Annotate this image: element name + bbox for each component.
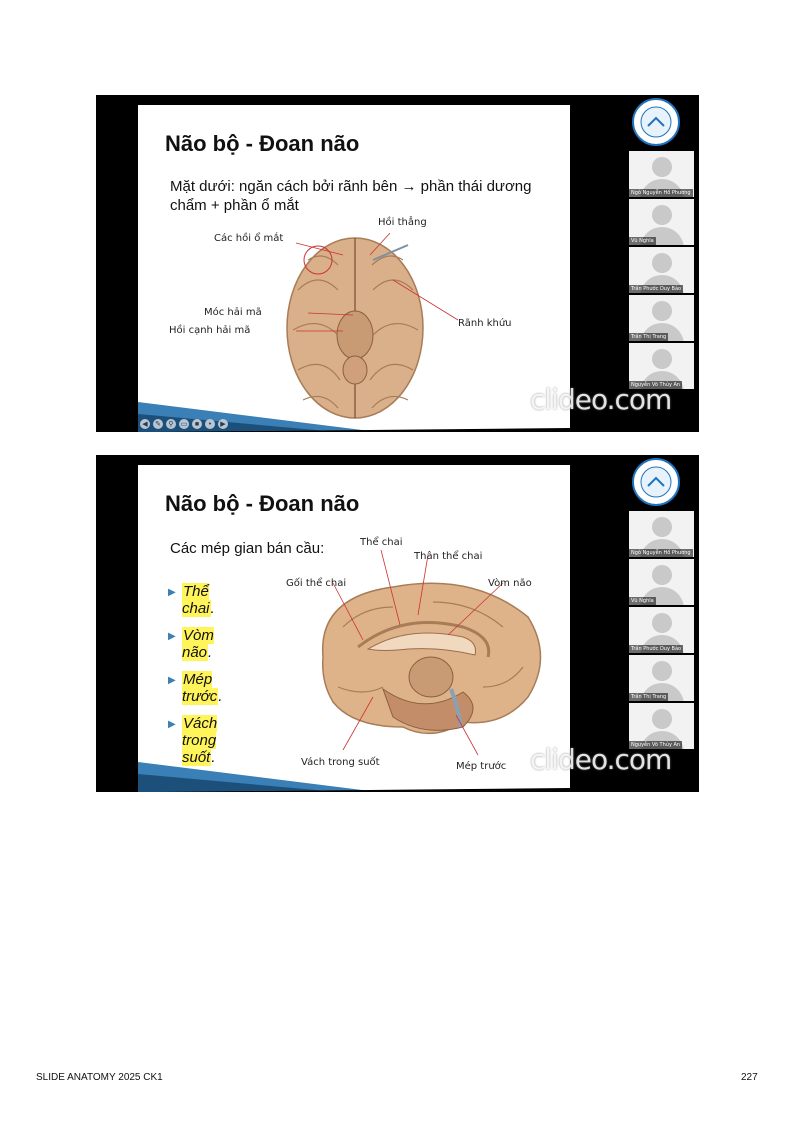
slide-1: Não bộ - Đoan não Mặt dưới: ngăn cách bở… [138, 105, 570, 432]
participant-tile[interactable]: Ngô Nguyễn Hồ Phương [629, 511, 694, 557]
label-vach-trong-suot: Vách trong suốt [301, 757, 380, 768]
avatar-head [652, 517, 672, 537]
participant-tile[interactable]: Vũ Nghĩa [629, 559, 694, 605]
label-cac-hoi-o-mat: Các hồi ổ mắt [214, 233, 284, 244]
slideshow-toolbar: ◀ ✎ ⚲ ▭ ■ • ▶ [140, 419, 228, 431]
participant-name: Trần Thị Trang [629, 693, 669, 701]
label-hoi-thang: Hồi thẳng [378, 217, 427, 228]
participant-tile[interactable]: Trần Thị Trang [629, 295, 694, 341]
participant-name: Trần Thị Trang [629, 333, 669, 341]
pen-icon[interactable]: ✎ [153, 419, 163, 429]
university-logo [632, 98, 680, 146]
footer-title: SLIDE ANATOMY 2025 CK1 [36, 1072, 163, 1083]
label-ranh-khuu: Rãnh khứu [458, 318, 512, 329]
label-moc-hai-ma: Móc hải mã [204, 307, 262, 318]
camera-icon[interactable]: ■ [192, 419, 202, 429]
label-goi-the-chai: Gối thể chai [286, 578, 347, 589]
participant-name: Vũ Nghĩa [629, 597, 656, 605]
label-hoi-canh-hai-ma: Hồi cạnh hải mã [169, 325, 251, 336]
avatar-head [652, 205, 672, 225]
participant-tile[interactable]: Ngô Nguyễn Hồ Phương [629, 151, 694, 197]
next-icon[interactable]: ▶ [218, 419, 228, 429]
avatar-head [652, 709, 672, 729]
participant-name: Trần Phước Duy Bảo [629, 285, 684, 293]
avatar-head [652, 613, 672, 633]
avatar-head [652, 349, 672, 369]
participant-tile[interactable]: Vũ Nghĩa [629, 199, 694, 245]
avatar-head [652, 301, 672, 321]
participant-name: Trần Phước Duy Bảo [629, 645, 684, 653]
watermark: clideo.com [530, 383, 672, 416]
avatar-head [652, 157, 672, 177]
label-vom-nao: Vòm não [488, 578, 532, 589]
slide-2: Não bộ - Đoan não Các mép gian bán cầu: … [138, 465, 570, 792]
participant-name: Ngô Nguyễn Hồ Phương [629, 549, 693, 557]
participant-name: Ngô Nguyễn Hồ Phương [629, 189, 693, 197]
participant-name: Vũ Nghĩa [629, 237, 656, 245]
zoom-icon[interactable]: ⚲ [166, 419, 176, 429]
label-mep-truoc: Mép trước [456, 761, 507, 772]
screenshot-2: Não bộ - Đoan não Các mép gian bán cầu: … [96, 455, 699, 792]
label-leader-lines [332, 549, 504, 756]
label-leader-lines [295, 232, 459, 332]
screenshot-1: Não bộ - Đoan não Mặt dưới: ngăn cách bở… [96, 95, 699, 432]
participant-gallery: Ngô Nguyễn Hồ Phương Vũ Nghĩa Trần Phước… [612, 455, 699, 792]
participant-tile[interactable]: Trần Thị Trang [629, 655, 694, 701]
avatar-head [652, 661, 672, 681]
university-logo [632, 458, 680, 506]
previous-icon[interactable]: ◀ [140, 419, 150, 429]
page-number: 227 [741, 1072, 758, 1083]
participant-tile[interactable]: Trần Phước Duy Bảo [629, 247, 694, 293]
subtitles-icon[interactable]: ▭ [179, 419, 189, 429]
watermark: clideo.com [530, 743, 672, 776]
more-icon[interactable]: • [205, 419, 215, 429]
label-than-the-chai: Thân thể chai [414, 551, 483, 562]
avatar-head [652, 253, 672, 273]
participant-tile[interactable]: Trần Phước Duy Bảo [629, 607, 694, 653]
participant-gallery: Ngô Nguyễn Hồ Phương Vũ Nghĩa Trần Phước… [612, 95, 699, 432]
avatar-head [652, 565, 672, 585]
label-the-chai: Thể chai [360, 537, 403, 548]
